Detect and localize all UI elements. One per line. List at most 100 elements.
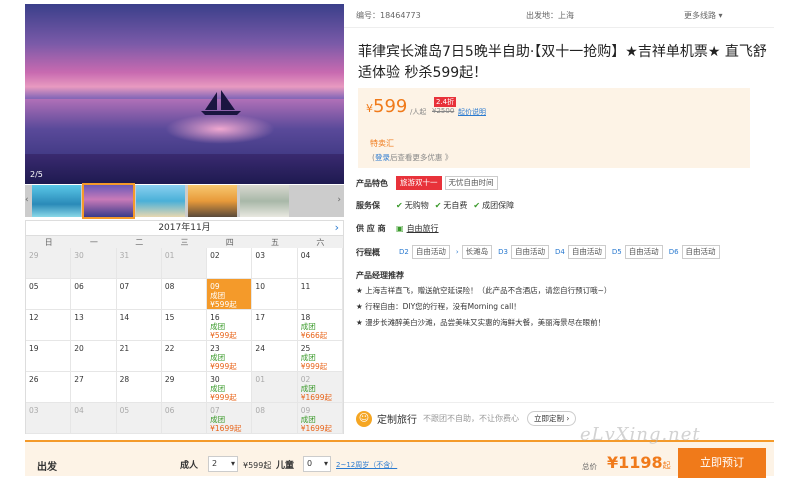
day-number: 30 [74,251,84,260]
custom-now-button[interactable]: 立即定制 › [527,411,577,426]
product-title: 菲律宾长滩岛7日5晚半自助·【双十一抢购】★吉祥单机票★ 直飞舒适体验 秒杀59… [358,44,767,81]
day-number: 17 [255,313,265,322]
weekday-label: 一 [89,238,98,247]
day-number: 13 [74,313,84,322]
calendar-day: 29 [161,372,208,403]
group-status: 成团 [300,384,316,393]
group-status: 成团 [210,322,226,331]
calendar-day: 04 [297,248,343,279]
calendar-day: 27 [71,372,117,403]
calendar-weekdays: 日一二三四五六 [26,235,343,248]
calendar-day[interactable]: 09 成团 ¥599起 [207,279,253,310]
check-icon: ✔ [473,201,481,210]
itinerary-label: 行程概 [356,247,380,257]
more-routes-link[interactable]: 更多线路 ▾ [684,4,723,28]
day-number: 09 [210,282,220,291]
recommend-line: ★ 上海吉祥直飞，赠送航空延误险！（此产品不含酒店，请您自行预订哦~） [356,286,612,295]
day-price: ¥666起 [300,331,328,340]
day-number: 05 [29,282,39,291]
supplier-name[interactable]: 自由旅行 [407,223,439,234]
calendar-day[interactable]: 02 成团 ¥1699起 [297,372,343,403]
group-status: 成团 [210,353,226,362]
login-hint: (登录后查看更多优惠 》 [372,153,453,162]
day-number: 26 [29,375,39,384]
price-explain-link[interactable]: 起价说明 [458,107,486,117]
calendar-day[interactable]: 30 成团 ¥999起 [207,372,253,403]
arrow-icon: › [455,248,459,256]
calendar-day: 06 [71,279,117,310]
calendar-day: 30 [71,248,117,279]
day-number: 10 [255,282,265,291]
day-number: 16 [210,313,220,322]
book-now-button[interactable]: 立即预订 [678,448,766,478]
next-month-icon[interactable]: › [335,221,339,235]
calendar-day: 26 [26,372,72,403]
features-label: 产品特色 [356,178,388,188]
child-select[interactable]: 0 ▾ [303,456,331,472]
thumbnail-2[interactable] [82,183,135,219]
day-number: 07 [119,282,130,291]
child-age-note[interactable]: 2~12周岁（不含） [336,460,397,470]
calendar-day[interactable]: 25 成团 ¥999起 [297,341,343,372]
group-status: 成团 [300,353,316,362]
calendar-day: 10 [252,279,298,310]
day-label: D3 [498,248,508,256]
day-number: 06 [74,282,84,291]
thumbnail-4[interactable] [188,185,237,217]
thumbnail-3[interactable] [136,185,185,217]
day-label: D2 [399,248,409,256]
thumbnail-1[interactable] [32,185,81,217]
calendar-day: 17 [252,310,298,341]
thumbnail-5[interactable] [240,185,289,217]
watermark: eLvXing.net [580,424,701,445]
sailboat-icon [201,90,241,115]
thumb-next-icon[interactable]: › [337,195,341,205]
price-box: ¥599 2.4折 /人起 ¥2500 起价说明 特卖汇 (登录后查看更多优惠 … [358,88,750,168]
day-number: 25 [300,344,311,353]
calendar-day[interactable]: 16 成团 ¥599起 [207,310,253,341]
guarantee-item: 成团保障 [482,201,515,210]
supplier-label: 供 应 商 [356,224,386,233]
calendar-day[interactable]: 09 成团 ¥1699起 [297,403,343,434]
day-number: 31 [119,251,130,260]
day-price: ¥999起 [300,362,328,371]
price: ¥599 [366,96,408,117]
adult-select[interactable]: 2 ▾ [208,456,238,472]
calendar-header: 2017年11月 › [26,221,343,235]
calendar-day[interactable]: 18 成团 ¥666起 [297,310,343,341]
calendar-day: 08 [252,403,298,434]
departure-label: 出发 [37,462,57,473]
guarantee-row: 服务保 ✔ 无购物 ✔ 无自费 ✔ 成团保障 [356,200,514,211]
price-unit: /人起 [410,108,427,116]
recommend-line: ★ 漫步长滩醉美白沙滩，品尝美味又实惠的海鲜大餐，美丽海景尽在眼前！ [356,318,606,327]
day-activity: 自由活动 [411,245,450,259]
day-number: 04 [300,251,311,260]
calendar-day[interactable]: 23 成团 ¥999起 [207,341,253,372]
thumb-prev-icon[interactable]: ‹ [25,195,29,205]
supplier-row: 供 应 商 ▣ 自由旅行 [356,223,439,234]
itinerary-row: 行程概 D2 自由活动 › 长滩岛 D3 自由活动 D4 自由活动 D5 自由活动 D6 自… [356,245,723,259]
calendar-day: 22 [161,341,208,372]
weekday-label: 六 [316,238,325,247]
day-number: 04 [74,406,84,415]
day-number: 03 [29,406,39,415]
day-number: 02 [210,251,220,260]
group-status: 成团 [210,384,226,393]
weekday-label: 三 [180,238,189,247]
custom-travel-title: 定制旅行 [377,415,417,426]
calendar-day: 05 [116,403,162,434]
day-number: 18 [300,313,311,322]
calendar-day: 02 [207,248,253,279]
calendar-day: 24 [252,341,298,372]
login-link[interactable]: 登录 [375,153,390,162]
calendar-day: 03 [26,403,72,434]
main-photo[interactable]: 2/5 [25,4,344,184]
calendar-day: 08 [161,279,208,310]
day-number: 06 [164,406,175,415]
day-number: 09 [300,406,311,415]
calendar-day[interactable]: 07 成团 ¥1699起 [207,403,253,434]
photo-glow [165,114,275,144]
weekday-label: 四 [225,238,234,247]
day-number: 03 [255,251,265,260]
discount-badge: 2.4折 [434,97,457,107]
